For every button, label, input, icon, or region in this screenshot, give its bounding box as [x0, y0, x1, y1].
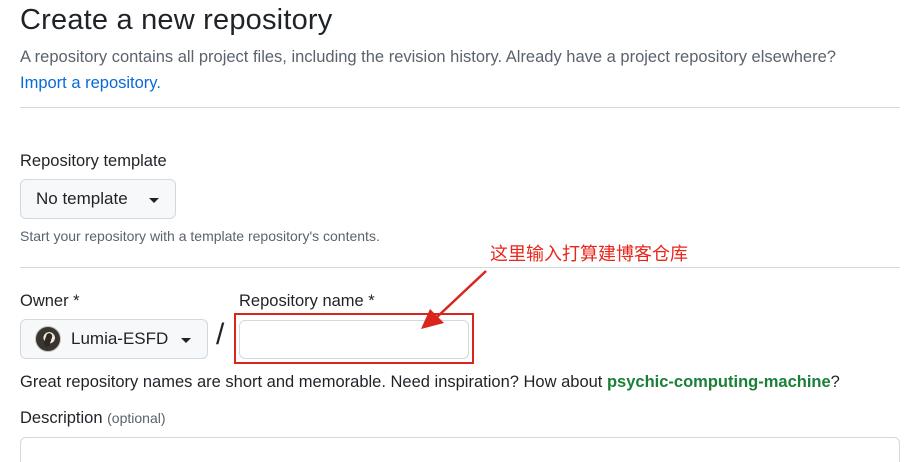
template-select-button[interactable]: No template — [20, 179, 176, 219]
repository-name-input[interactable] — [239, 320, 469, 359]
inspiration-text: Great repository names are short and mem… — [20, 373, 840, 392]
owner-avatar-icon — [35, 326, 61, 352]
create-repository-page: Create a new repository A repository con… — [0, 0, 912, 462]
page-title: Create a new repository — [20, 4, 333, 36]
optional-hint: (optional) — [107, 410, 166, 426]
template-label: Repository template — [20, 152, 167, 170]
inspiration-prefix: Great repository names are short and mem… — [20, 373, 607, 391]
owner-select-button[interactable]: Lumia-ESFD — [20, 319, 208, 359]
template-helper-text: Start your repository with a template re… — [20, 228, 380, 244]
suggested-name-link[interactable]: psychic-computing-machine — [607, 373, 831, 391]
owner-selected-value: Lumia-ESFD — [71, 329, 169, 348]
annotation-text: 这里输入打算建博客仓库 — [490, 244, 688, 265]
caret-down-icon — [149, 198, 159, 203]
page-subtitle: A repository contains all project files,… — [20, 48, 836, 66]
repository-name-label: Repository name * — [239, 292, 375, 310]
description-input[interactable] — [20, 437, 900, 462]
owner-label: Owner * — [20, 292, 80, 310]
description-label-text: Description — [20, 409, 103, 427]
description-label: Description (optional) — [20, 409, 166, 428]
section-divider — [20, 107, 900, 108]
import-repository-link[interactable]: Import a repository. — [20, 74, 161, 93]
caret-down-icon — [181, 338, 191, 343]
section-divider — [20, 267, 900, 268]
template-selected-value: No template — [36, 189, 128, 208]
inspiration-suffix: ? — [830, 373, 840, 391]
owner-repo-separator: / — [216, 318, 225, 351]
